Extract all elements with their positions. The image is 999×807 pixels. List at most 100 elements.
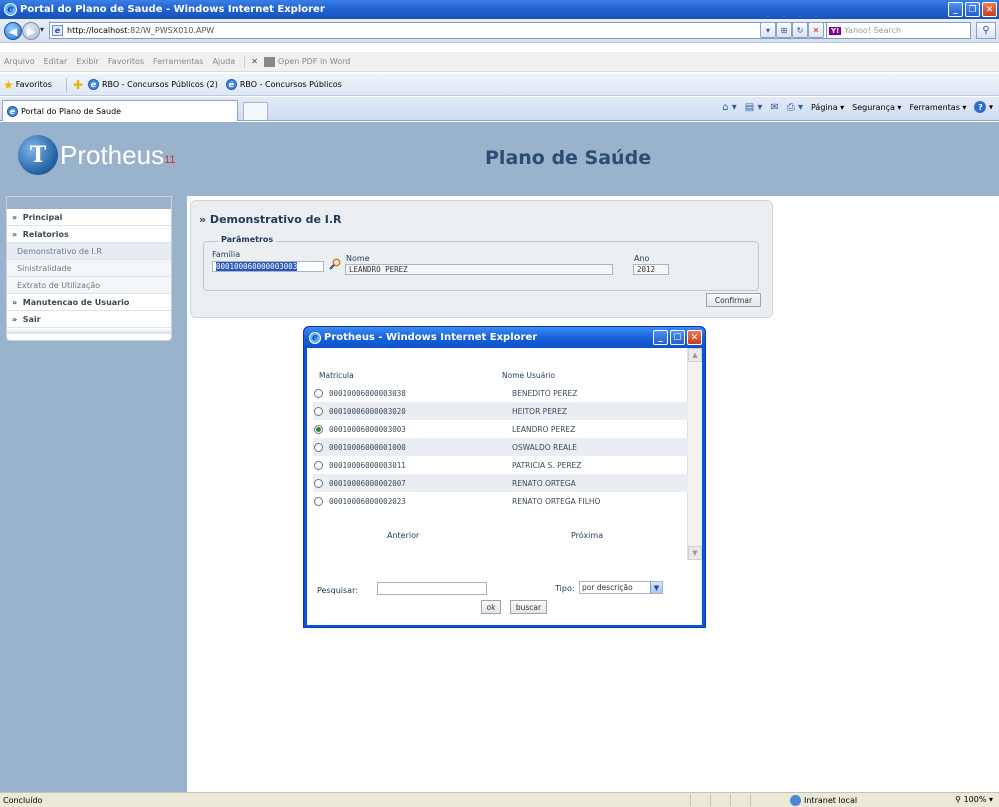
ok-button[interactable]: ok [481, 600, 501, 614]
nome-input[interactable]: LEANDRO PEREZ [345, 264, 613, 275]
feeds-icon[interactable]: ▤ ▾ [745, 102, 763, 113]
row-radio[interactable] [314, 442, 323, 452]
close-toolbar-icon[interactable]: ✕ [251, 57, 258, 66]
row-radio[interactable] [314, 424, 323, 434]
sidebar-menu: » Principal » Relatorios Demonstrativo d… [6, 196, 172, 341]
security-menu[interactable]: Segurança ▾ [852, 103, 901, 112]
scroll-down-icon[interactable]: ▼ [688, 546, 702, 560]
scroll-up-icon[interactable]: ▲ [688, 348, 702, 362]
minimize-button[interactable]: _ [948, 2, 963, 17]
nome-cell: BENEDITO PEREZ [512, 388, 578, 398]
status-bar: Concluído Intranet local ⚲ 100% ▾ [0, 792, 999, 807]
tipo-select[interactable]: por descrição ▼ [579, 581, 663, 594]
compat-view-icon[interactable]: ⊞ [776, 22, 792, 38]
ie-page-icon: e [87, 79, 99, 90]
history-dropdown-icon[interactable]: ▾ [40, 25, 44, 34]
ie-page-icon: e [225, 79, 237, 90]
row-radio[interactable] [314, 406, 323, 416]
search-icon[interactable]: ⚲ [976, 22, 996, 39]
mail-icon[interactable]: ✉ [770, 102, 778, 113]
command-bar: ⌂ ▾ ▤ ▾ ✉ ⎙ ▾ Página ▾ Segurança ▾ Ferra… [722, 101, 993, 113]
menu-ajuda[interactable]: Ajuda [212, 57, 235, 66]
ie-logo-icon: e [4, 3, 17, 16]
sidebar-item-principal[interactable]: » Principal [7, 209, 171, 226]
close-button[interactable]: ✕ [982, 2, 997, 17]
row-radio[interactable] [314, 460, 323, 470]
favorite-link-2[interactable]: e RBO - Concursos Públicos [225, 79, 342, 90]
sidebar-item-extrato[interactable]: Extrato de Utilização [7, 277, 171, 294]
table-row[interactable]: 00010006000003003 LEANDRO PEREZ [313, 420, 688, 438]
help-menu[interactable]: ? ▾ [974, 101, 993, 113]
pesquisar-input[interactable] [377, 582, 487, 595]
popup-title: Protheus - Windows Internet Explorer [324, 332, 538, 343]
sidebar-item-sinistralidade[interactable]: Sinistralidade [7, 260, 171, 277]
row-radio[interactable] [314, 496, 323, 506]
security-zone[interactable]: Intranet local [790, 795, 857, 806]
pesquisar-label: Pesquisar: [317, 586, 358, 595]
familia-label: Família [212, 250, 241, 259]
open-pdf-button[interactable]: Open PDF in Word [263, 56, 359, 67]
sidebar-item-manutencao[interactable]: » Manutencao de Usuario [7, 294, 171, 311]
new-tab-button[interactable] [243, 102, 268, 120]
status-text: Concluído [3, 795, 43, 805]
print-icon[interactable]: ⎙ ▾ [787, 102, 803, 113]
sidebar-item-relatorios[interactable]: » Relatorios [7, 226, 171, 243]
table-row[interactable]: 00010006000003020 HEITOR PEREZ [313, 402, 688, 420]
anterior-link[interactable]: Anterior [387, 531, 419, 540]
tools-menu[interactable]: Ferramentas ▾ [909, 103, 966, 112]
sidebar-item-sair[interactable]: » Sair [7, 311, 171, 328]
confirm-button[interactable]: Confirmar [706, 293, 761, 307]
ano-input[interactable]: 2012 [633, 264, 669, 275]
search-lens-icon[interactable] [329, 258, 341, 270]
menu-arquivo[interactable]: Arquivo [4, 57, 35, 66]
help-icon: ? [974, 101, 987, 113]
protheus-globe-icon: T [18, 135, 58, 175]
proxima-link[interactable]: Próxima [571, 531, 603, 540]
search-input[interactable]: Y! Yahoo! Search [826, 22, 971, 39]
matricula-cell: 00010006000003003 [329, 424, 406, 434]
home-icon[interactable]: ⌂ ▾ [722, 102, 737, 113]
familia-input[interactable]: 000100060000003003 [212, 261, 324, 272]
sidebar-item-demonstrativo[interactable]: Demonstrativo de I.R [7, 243, 171, 260]
refresh-icon[interactable]: ↻ [792, 22, 808, 38]
popup-maximize-button[interactable]: ☐ [670, 330, 685, 345]
ie-logo-icon: e [309, 331, 321, 344]
popup-scrollbar[interactable]: ▲ ▼ [687, 348, 702, 560]
ie-page-icon: e [7, 105, 18, 117]
menu-ferramentas[interactable]: Ferramentas [153, 57, 203, 66]
table-row[interactable]: 00010006000001000 OSWALDO REALE [313, 438, 688, 456]
forward-button[interactable]: ▶ [22, 22, 40, 40]
popup-close-button[interactable]: ✕ [687, 330, 702, 345]
matricula-cell: 00010006000003011 [329, 460, 406, 470]
popup-minimize-button[interactable]: _ [653, 330, 668, 345]
favorites-bar: ★ Favoritos ✚ e RBO - Concursos Públicos… [0, 74, 999, 96]
favorites-button[interactable]: ★ Favoritos [3, 78, 52, 92]
menu-bar: Arquivo Editar Exibir Favoritos Ferramen… [0, 52, 999, 72]
page-icon: e [52, 25, 63, 36]
url-dropdown-icon[interactable]: ▾ [760, 22, 776, 38]
table-row[interactable]: 00010006000002023 RENATO ORTEGA FILHO [313, 492, 688, 510]
add-favorite-icon[interactable]: ✚ [73, 78, 83, 92]
stop-icon[interactable]: ✕ [808, 22, 824, 38]
table-row[interactable]: 00010006000003011 PATRICIA S. PEREZ [313, 456, 688, 474]
col-matricula: Matricula [319, 371, 354, 380]
buscar-button[interactable]: buscar [510, 600, 547, 614]
matricula-cell: 00010006000002023 [329, 496, 406, 506]
menu-favoritos[interactable]: Favoritos [108, 57, 144, 66]
nome-cell: LEANDRO PEREZ [512, 424, 576, 434]
tab-portal[interactable]: e Portal do Plano de Saude [2, 100, 238, 121]
table-row[interactable]: 00010006000002007 RENATO ORTEGA [313, 474, 688, 492]
back-button[interactable]: ◀ [4, 22, 22, 40]
row-radio[interactable] [314, 478, 323, 488]
table-row[interactable]: 00010006000003038 BENEDITO PEREZ [313, 384, 688, 402]
restore-button[interactable]: ❐ [965, 2, 980, 17]
favorite-link-1[interactable]: e RBO - Concursos Públicos (2) [87, 79, 218, 90]
menu-editar[interactable]: Editar [44, 57, 68, 66]
protheus-logo: T Protheus 11 [18, 135, 176, 175]
star-icon: ★ [3, 77, 14, 92]
page-menu[interactable]: Página ▾ [811, 103, 844, 112]
zoom-level[interactable]: ⚲ 100% ▾ [955, 795, 993, 804]
nome-cell: RENATO ORTEGA [512, 478, 576, 488]
row-radio[interactable] [314, 388, 323, 398]
menu-exibir[interactable]: Exibir [76, 57, 99, 66]
